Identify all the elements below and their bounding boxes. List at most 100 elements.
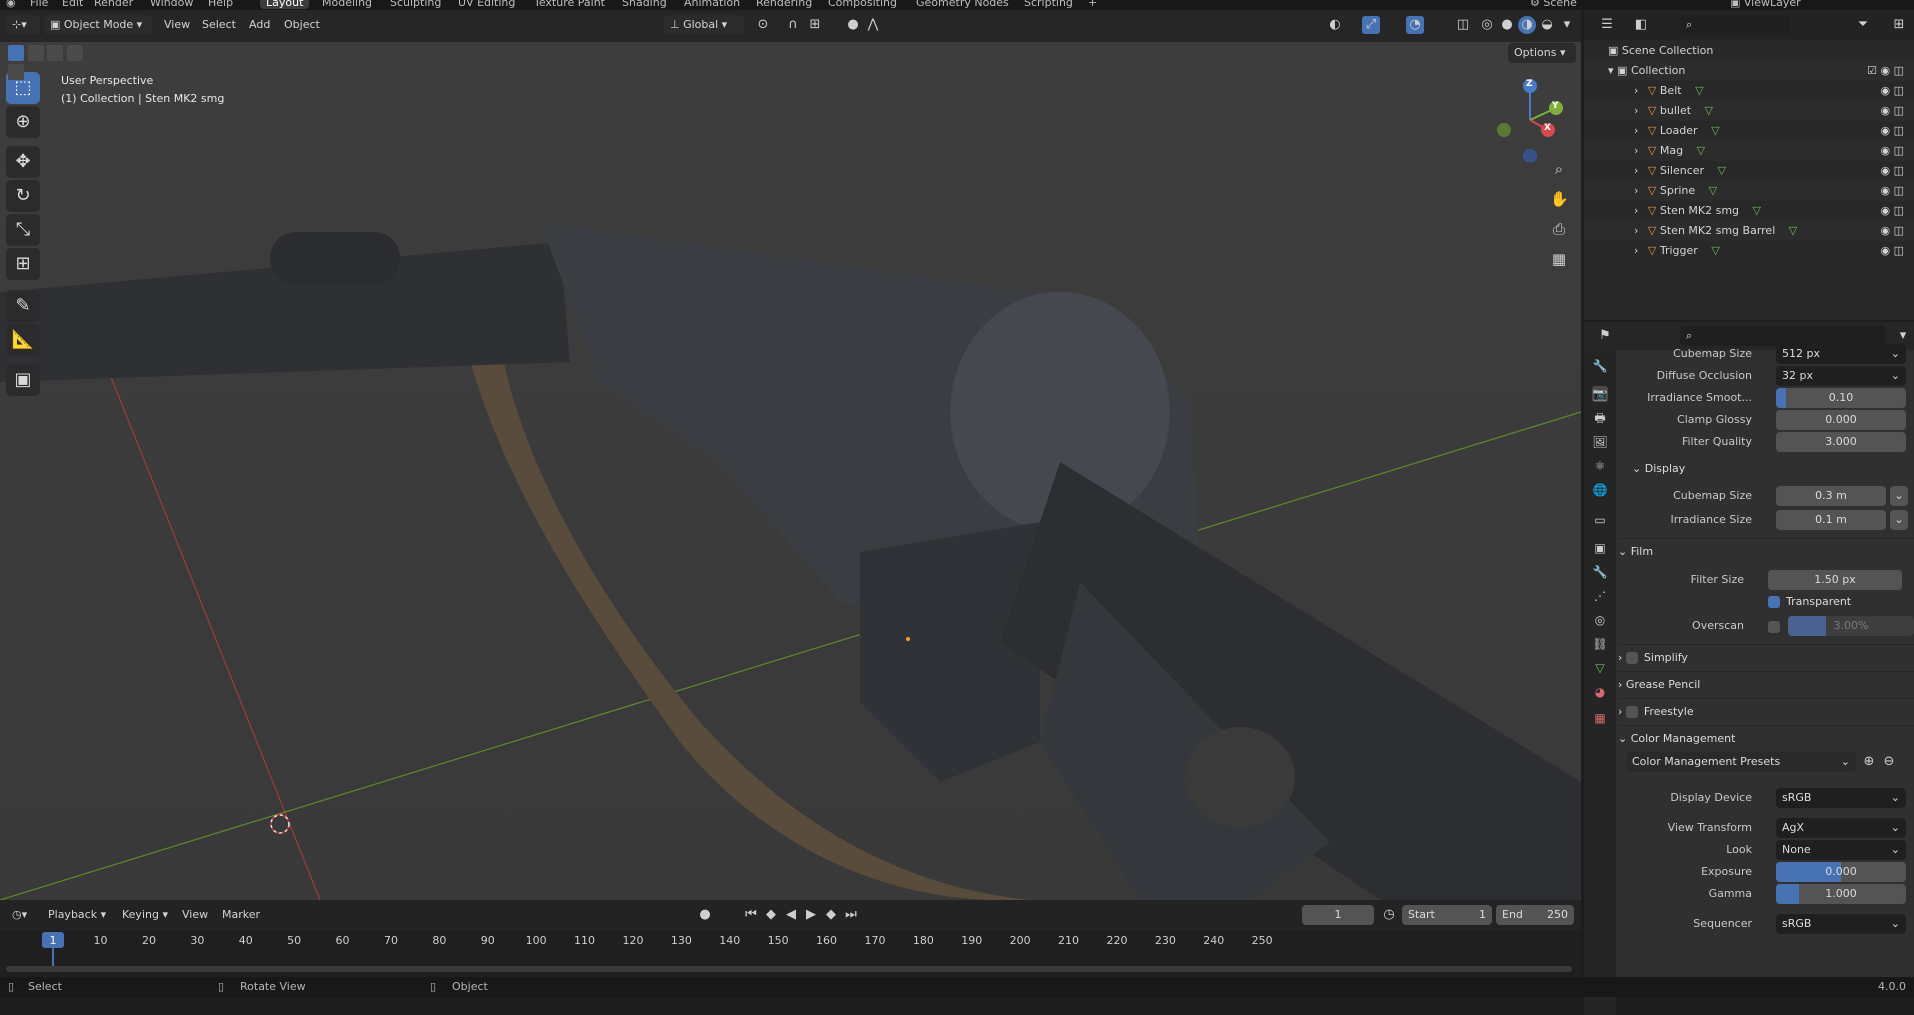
particles-tab-icon[interactable]: ⋰ <box>1592 588 1608 604</box>
rendered-shading-icon[interactable]: ◒ <box>1538 16 1556 34</box>
collection-tab-icon[interactable]: ▭ <box>1592 512 1608 528</box>
transform-orientation-dropdown[interactable]: ⊥ Global ▾ <box>664 15 744 35</box>
jump-end-icon[interactable]: ⏭ <box>842 906 860 924</box>
camera-render-icon[interactable]: ◫ <box>1894 244 1904 257</box>
object-tab-icon[interactable]: ▣ <box>1592 540 1608 556</box>
texture-tab-icon[interactable]: ▦ <box>1592 710 1608 726</box>
jump-start-icon[interactable]: ⏮ <box>742 906 760 924</box>
new-collection-icon[interactable]: ⊞ <box>1890 16 1908 34</box>
simplify-panel-header[interactable]: › Simplify <box>1618 644 1914 670</box>
zoom-icon[interactable]: ⌕ <box>1550 160 1568 178</box>
menu-render[interactable]: Render <box>94 0 133 9</box>
exposure-slider[interactable]: 0.000 <box>1776 862 1906 882</box>
constraints-tab-icon[interactable]: ⛓ <box>1592 636 1608 652</box>
camera-render-icon[interactable]: ◫ <box>1894 164 1904 177</box>
tab-compositing[interactable]: Compositing <box>822 0 903 9</box>
3d-viewport[interactable]: ⬚ ⊕ ✥ ↻ ⤡ ⊞ ✎ 📐 ▣ User Perspective (1) C… <box>0 42 1581 900</box>
menu-edit[interactable]: Edit <box>62 0 83 9</box>
properties-options-icon[interactable]: ▾ <box>1894 327 1912 345</box>
tab-texture-paint[interactable]: Texture Paint <box>528 0 611 9</box>
outliner-row[interactable]: › ▽ Silencer ▽ ◉ ◫ <box>1584 161 1914 181</box>
expand-arrow-icon[interactable]: › <box>1634 224 1638 237</box>
timeline-editor-icon[interactable]: ◷▾ <box>6 905 36 925</box>
auto-keying-icon[interactable]: ● <box>696 906 714 924</box>
blender-logo-icon[interactable]: ◉ <box>6 0 16 9</box>
menu-file[interactable]: File <box>30 0 48 9</box>
display-cubemap-size-field[interactable]: 0.3 m <box>1776 486 1886 506</box>
outliner-row[interactable]: › ▽ bullet ▽ ◉ ◫ <box>1584 101 1914 121</box>
tab-uv-editing[interactable]: UV Editing <box>452 0 521 9</box>
scale-icon[interactable]: ⤡ <box>6 214 40 246</box>
wireframe-shading-icon[interactable]: ◎ <box>1478 16 1496 34</box>
display-device-dropdown[interactable]: sRGB ⌄ <box>1776 788 1906 808</box>
outliner-row[interactable]: › ▽ Sten MK2 smg Barrel ▽ ◉ ◫ <box>1584 221 1914 241</box>
expand-arrow-icon[interactable]: › <box>1634 244 1638 257</box>
mode-dropdown[interactable]: ▣ Object Mode ▾ <box>44 15 152 35</box>
camera-render-icon[interactable]: ◫ <box>1894 144 1904 157</box>
filter-size-field[interactable]: 1.50 px <box>1768 570 1902 590</box>
play-reverse-icon[interactable]: ◀ <box>782 906 800 924</box>
eye-icon[interactable]: ◉ <box>1880 164 1890 177</box>
current-frame-field[interactable]: 1 <box>1302 905 1374 925</box>
view-transform-dropdown[interactable]: AgX ⌄ <box>1776 818 1906 838</box>
modifier-tab-icon[interactable]: 🔧 <box>1592 564 1608 580</box>
filter-icon[interactable]: ⏷ <box>1854 16 1872 34</box>
move-icon[interactable]: ✥ <box>6 146 40 178</box>
gizmo-toggle-icon[interactable]: ⤢ <box>1362 16 1380 34</box>
camera-render-icon[interactable]: ◫ <box>1894 104 1904 117</box>
view-layer-selector[interactable]: ▣ ViewLayer <box>1730 0 1801 9</box>
color-management-presets-dropdown[interactable]: Color Management Presets ⌄ <box>1626 752 1856 772</box>
end-frame-field[interactable]: End 250 <box>1496 905 1574 925</box>
camera-render-icon[interactable]: ◫ <box>1894 224 1904 237</box>
color-management-panel-header[interactable]: ⌄ Color Management <box>1618 725 1914 751</box>
remove-preset-icon[interactable]: ⊖ <box>1880 753 1898 771</box>
display-cubemap-toggle[interactable]: ⌄ <box>1890 486 1908 506</box>
freestyle-panel-header[interactable]: › Freestyle <box>1618 698 1914 724</box>
display-subpanel-header[interactable]: ⌄ Display <box>1632 456 1914 482</box>
editor-type-button[interactable]: ⊹▾ <box>6 15 40 35</box>
tab-rendering[interactable]: Rendering <box>750 0 818 9</box>
eye-icon[interactable]: ◉ <box>1880 124 1890 137</box>
perspective-grid-icon[interactable]: ▦ <box>1550 250 1568 268</box>
tab-animation[interactable]: Animation <box>678 0 746 9</box>
eye-icon[interactable]: ◉ <box>1880 84 1890 97</box>
clamp-glossy-field[interactable]: 0.000 <box>1776 410 1906 430</box>
menu-add[interactable]: Add <box>243 15 276 35</box>
snap-target-icon[interactable]: ⊞ <box>806 16 824 34</box>
xray-icon[interactable]: ◫ <box>1454 16 1472 34</box>
solid-shading-icon[interactable]: ● <box>1498 16 1516 34</box>
menu-marker[interactable]: Marker <box>216 905 266 925</box>
menu-help[interactable]: Help <box>208 0 233 9</box>
clock-icon[interactable]: ◷ <box>1380 906 1398 924</box>
overlay-toggle-icon[interactable]: ◔ <box>1406 16 1424 34</box>
annotate-icon[interactable]: ✎ <box>6 290 40 322</box>
tab-modeling[interactable]: Modeling <box>316 0 378 9</box>
camera-render-icon[interactable]: ◫ <box>1894 84 1904 97</box>
start-frame-field[interactable]: Start 1 <box>1402 905 1492 925</box>
menu-keying[interactable]: Keying ▾ <box>116 905 174 925</box>
properties-search-input[interactable]: ⌕ <box>1680 326 1886 346</box>
expand-arrow-icon[interactable]: › <box>1634 204 1638 217</box>
outliner-row[interactable]: › ▽ Trigger ▽ ◉ ◫ <box>1584 241 1914 261</box>
menu-object[interactable]: Object <box>278 15 326 35</box>
shading-options-icon[interactable]: ▾ <box>1558 16 1576 34</box>
tab-sculpting[interactable]: Sculpting <box>384 0 447 9</box>
tab-shading[interactable]: Shading <box>616 0 673 9</box>
eye-icon[interactable]: ◉ <box>1880 104 1890 117</box>
tool-tab-icon[interactable]: 🔧 <box>1592 358 1608 374</box>
next-keyframe-icon[interactable]: ◆ <box>822 906 840 924</box>
expand-arrow-icon[interactable]: › <box>1634 104 1638 117</box>
physics-tab-icon[interactable]: ◎ <box>1592 612 1608 628</box>
overscan-checkbox[interactable] <box>1768 620 1786 633</box>
diffuse-occlusion-dropdown[interactable]: 32 px ⌄ <box>1776 366 1906 386</box>
world-tab-icon[interactable]: 🌐 <box>1592 482 1608 498</box>
scene-selector[interactable]: ⚙ Scene <box>1530 0 1577 9</box>
add-cube-icon[interactable]: ▣ <box>6 364 40 396</box>
snap-icon[interactable]: ∩ <box>784 16 802 34</box>
menu-view[interactable]: View <box>158 15 196 35</box>
eye-icon[interactable]: ◉ <box>1880 244 1890 257</box>
proportional-edit-icon[interactable]: ● <box>844 16 862 34</box>
expand-arrow-icon[interactable]: › <box>1634 144 1638 157</box>
view-layer-tab-icon[interactable]: 🖼 <box>1592 434 1608 450</box>
add-preset-icon[interactable]: ⊕ <box>1860 753 1878 771</box>
